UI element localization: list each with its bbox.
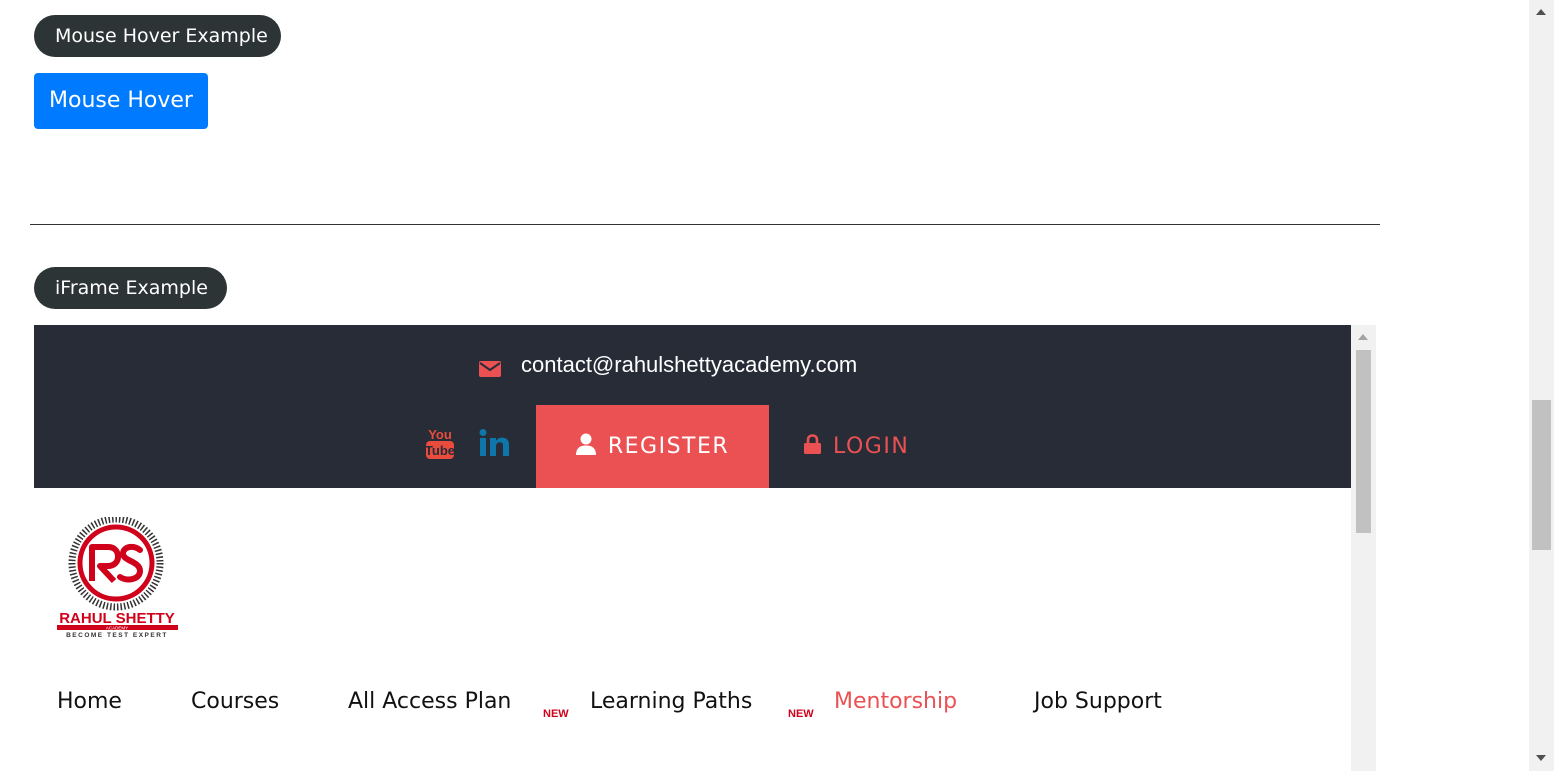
linkedin-icon[interactable] <box>479 429 509 460</box>
mouse-hover-button[interactable]: Mouse Hover <box>34 73 208 129</box>
logo-brand-text: RAHUL SHETTY <box>59 610 175 627</box>
nav-item-learning-paths[interactable]: Learning Paths <box>590 689 752 714</box>
iframe-scrollbar[interactable] <box>1351 325 1376 771</box>
logo-sub-text: ACADEMY <box>106 626 128 631</box>
nav-item-home[interactable]: Home <box>57 689 122 714</box>
contact-email-text: contact@rahulshettyacademy.com <box>521 352 858 377</box>
new-badge: NEW <box>543 708 569 720</box>
scroll-up-arrow-icon[interactable] <box>1358 334 1368 340</box>
user-icon <box>575 433 596 461</box>
academy-logo[interactable]: RAHUL SHETTY ACADEMY BECOME TEST EXPERT <box>56 515 180 639</box>
page-scrollbar[interactable] <box>1529 0 1554 771</box>
logo-tagline-text: BECOME TEST EXPERT <box>66 632 168 639</box>
iframe-legend: iFrame Example <box>34 267 227 309</box>
courses-iframe[interactable]: contact@rahulshettyacademy.com You Tube <box>34 325 1376 771</box>
section-divider <box>30 224 1380 225</box>
envelope-icon <box>479 357 501 377</box>
contact-email-link[interactable]: contact@rahulshettyacademy.com <box>479 349 857 381</box>
register-button[interactable]: REGISTER <box>536 405 769 488</box>
register-label: REGISTER <box>607 434 730 459</box>
lock-icon <box>804 433 821 460</box>
svg-text:Tube: Tube <box>426 443 454 458</box>
login-button[interactable]: LOGIN <box>804 405 909 488</box>
iframe-content: contact@rahulshettyacademy.com You Tube <box>34 325 1351 771</box>
nav-item-mentorship[interactable]: Mentorship <box>834 689 957 714</box>
new-badge: NEW <box>788 708 814 720</box>
login-label: LOGIN <box>833 434 910 459</box>
page-scrollbar-thumb[interactable] <box>1532 400 1551 550</box>
nav-item-courses[interactable]: Courses <box>191 689 279 714</box>
youtube-icon[interactable]: You Tube <box>425 426 455 464</box>
nav-item-job-support[interactable]: Job Support <box>1034 689 1162 714</box>
iframe-scrollbar-thumb[interactable] <box>1356 350 1371 533</box>
nav-item-all-access-plan[interactable]: All Access Plan <box>348 689 511 714</box>
scroll-up-arrow-icon[interactable] <box>1536 9 1546 15</box>
mouse-hover-legend: Mouse Hover Example <box>34 15 281 57</box>
scroll-down-arrow-icon[interactable] <box>1536 755 1546 761</box>
svg-text:You: You <box>428 427 452 442</box>
site-topbar: contact@rahulshettyacademy.com You Tube <box>34 325 1351 488</box>
practice-page: Mouse Hover Example Mouse Hover iFrame E… <box>0 0 1554 771</box>
